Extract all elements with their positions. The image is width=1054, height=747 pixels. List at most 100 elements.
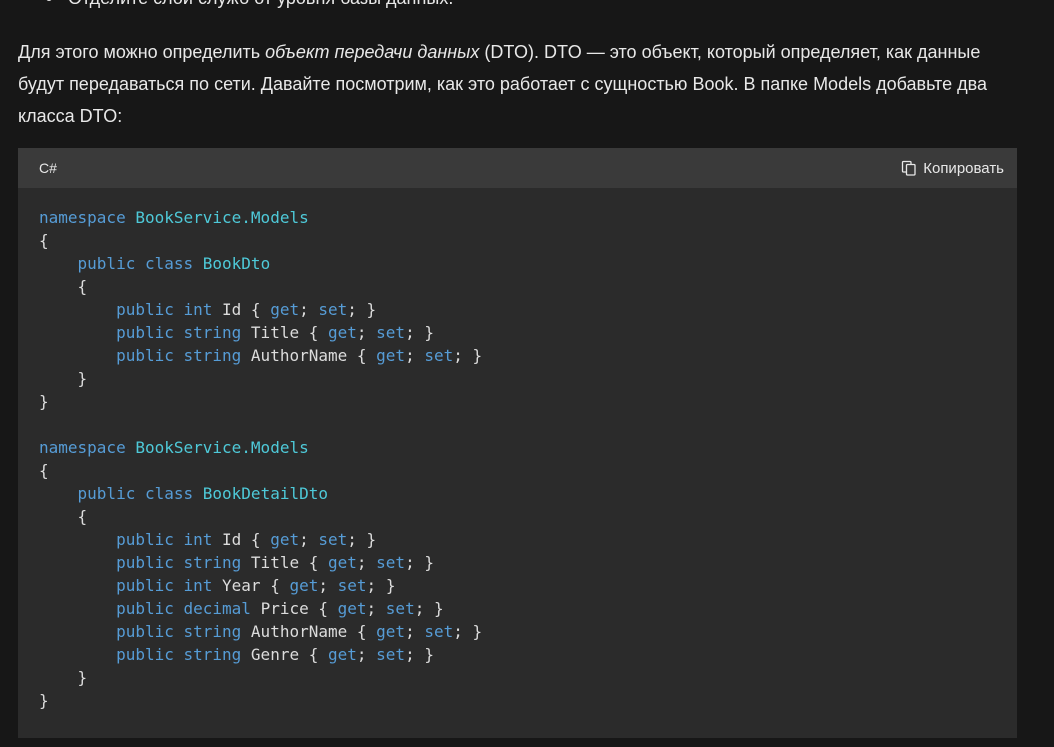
code-line: }: [39, 689, 482, 712]
code-keyword: set: [385, 599, 415, 618]
code-plain: [39, 484, 78, 503]
code-type-name: BookService.Models: [135, 208, 309, 227]
code-plain: ; }: [453, 346, 483, 365]
code-line: public string Title { get; set; }: [39, 551, 482, 574]
code-plain: ;: [405, 622, 425, 641]
code-plain: ; }: [405, 645, 434, 664]
code-line: {: [39, 275, 482, 298]
code-plain: ;: [356, 553, 377, 572]
code-line: }: [39, 666, 482, 689]
code-plain: Genre {: [250, 645, 328, 664]
code-plain: ;: [356, 323, 377, 342]
code-plain: [39, 599, 116, 618]
code-plain: ; }: [366, 576, 396, 595]
code-plain: AuthorName {: [250, 346, 377, 365]
code-plain: [39, 645, 116, 664]
code-keyword: public string: [116, 346, 251, 365]
code-keyword: get: [376, 346, 406, 365]
code-text[interactable]: namespace BookService.Models { public cla…: [39, 206, 482, 712]
code-plain: ;: [405, 346, 425, 365]
code-plain: {: [39, 507, 88, 526]
code-keyword: public int: [116, 576, 223, 595]
code-keyword: get: [289, 576, 319, 595]
code-keyword: get: [327, 645, 357, 664]
code-plain: Title {: [250, 323, 328, 342]
code-keyword: set: [424, 346, 454, 365]
code-line: public int Id { get; set; }: [39, 298, 482, 321]
code-keyword: set: [376, 323, 406, 342]
code-keyword: set: [337, 576, 367, 595]
code-plain: [39, 622, 116, 641]
code-line: namespace BookService.Models: [39, 206, 482, 229]
code-plain: ; }: [405, 553, 434, 572]
code-line: public int Year { get; set; }: [39, 574, 482, 597]
code-line: {: [39, 229, 482, 252]
code-plain: ;: [299, 530, 319, 549]
code-plain: ;: [356, 645, 377, 664]
bullet-text: Отделите слой служб от уровня базы данны…: [68, 0, 453, 8]
code-keyword: get: [270, 530, 300, 549]
code-line: {: [39, 505, 482, 528]
code-plain: ;: [318, 576, 338, 595]
code-line: public class BookDto: [39, 252, 482, 275]
code-keyword: public int: [116, 530, 223, 549]
code-plain: ; }: [405, 323, 434, 342]
code-plain: [39, 346, 116, 365]
code-plain: }: [39, 369, 88, 388]
code-keyword: namespace: [39, 208, 136, 227]
code-plain: }: [39, 668, 88, 687]
code-plain: ; }: [414, 599, 444, 618]
code-plain: Id {: [222, 530, 271, 549]
code-keyword: public string: [116, 323, 251, 342]
code-plain: [39, 323, 116, 342]
code-keyword: public string: [116, 553, 251, 572]
code-plain: Title {: [250, 553, 328, 572]
code-keyword: public int: [116, 300, 223, 319]
bullet-list-item: Отделите слой служб от уровня базы данны…: [18, 0, 453, 10]
intro-paragraph: Для этого можно определить объект переда…: [18, 36, 1028, 132]
copy-button[interactable]: Копировать: [901, 158, 1004, 178]
code-plain: ;: [366, 599, 386, 618]
code-plain: {: [39, 277, 88, 296]
code-keyword: get: [327, 553, 357, 572]
code-keyword: get: [327, 323, 357, 342]
code-keyword: set: [376, 645, 406, 664]
code-plain: [39, 300, 116, 319]
code-keyword: set: [318, 300, 348, 319]
code-plain: Id {: [222, 300, 271, 319]
code-plain: ; }: [453, 622, 483, 641]
code-keyword: get: [270, 300, 300, 319]
code-plain: {: [39, 231, 49, 250]
code-keyword: public string: [116, 645, 251, 664]
code-line: public decimal Price { get; set; }: [39, 597, 482, 620]
code-header: C# Копировать: [18, 148, 1017, 188]
code-plain: }: [39, 392, 49, 411]
code-plain: [39, 254, 78, 273]
paragraph-text-1: Для этого можно определить: [18, 42, 266, 62]
code-keyword: public string: [116, 622, 251, 641]
code-plain: ; }: [347, 530, 377, 549]
code-line: }: [39, 367, 482, 390]
code-plain: [39, 576, 116, 595]
code-keyword: set: [424, 622, 454, 641]
code-language-label: C#: [39, 160, 57, 176]
copy-button-label: Копировать: [923, 159, 1004, 177]
bullet-dot: [46, 0, 52, 1]
code-line: public string AuthorName { get; set; }: [39, 620, 482, 643]
code-line: public string Title { get; set; }: [39, 321, 482, 344]
code-line: public int Id { get; set; }: [39, 528, 482, 551]
code-keyword: namespace: [39, 438, 136, 457]
code-block: C# Копировать namespace BookService.Mode…: [18, 148, 1017, 738]
code-plain: AuthorName {: [250, 622, 377, 641]
code-plain: Year {: [222, 576, 290, 595]
code-type-name: BookService.Models: [135, 438, 309, 457]
copy-icon: [902, 160, 916, 176]
code-line: public string AuthorName { get; set; }: [39, 344, 482, 367]
code-plain: ; }: [347, 300, 377, 319]
code-line: }: [39, 390, 482, 413]
code-plain: [39, 553, 116, 572]
code-plain: [39, 530, 116, 549]
code-plain: ;: [299, 300, 319, 319]
code-keyword: public class: [77, 254, 203, 273]
